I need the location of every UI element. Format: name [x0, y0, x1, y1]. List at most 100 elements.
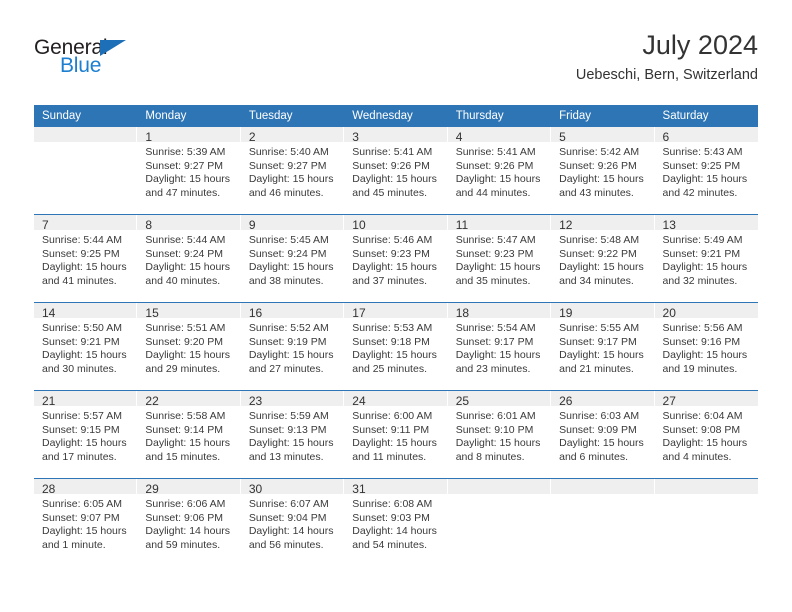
calendar-day-cell[interactable]: 15 Sunrise: 5:51 AM Sunset: 9:20 PM Dayligh…	[137, 302, 241, 391]
sunset-text: Sunset: 9:10 PM	[455, 423, 534, 436]
calendar-week-row: 21 Sunrise: 5:57 AM Sunset: 9:15 PM Dayligh…	[34, 390, 758, 479]
calendar-empty-cell	[654, 478, 758, 566]
daylight-text-line2: and 34 minutes.	[559, 274, 634, 287]
sunset-text: Sunset: 9:27 PM	[145, 159, 224, 172]
calendar-day-cell[interactable]: 4 Sunrise: 5:41 AM Sunset: 9:26 PM Daylight…	[447, 127, 552, 215]
day-number: 14	[34, 303, 138, 320]
day-number: 29	[137, 479, 241, 496]
day-info: Sunrise: 5:50 AM Sunset: 9:21 PM Daylight:…	[34, 318, 137, 376]
sunrise-text: Sunrise: 5:40 AM	[248, 146, 329, 158]
page-title: July 2024	[642, 30, 758, 60]
day-number: 7	[34, 215, 138, 232]
daylight-text-line1: Daylight: 15 hours	[559, 173, 644, 186]
day-number: 9	[240, 215, 345, 232]
sunrise-text: Sunrise: 5:49 AM	[662, 234, 743, 246]
day-info: Sunrise: 5:55 AM Sunset: 9:17 PM Daylight:…	[551, 318, 654, 376]
calendar-day-cell[interactable]: 3 Sunrise: 5:41 AM Sunset: 9:26 PM Daylight…	[344, 127, 448, 215]
sunrise-text: Sunrise: 5:58 AM	[145, 410, 226, 422]
day-info: Sunrise: 5:57 AM Sunset: 9:15 PM Daylight:…	[34, 406, 137, 464]
day-number	[34, 127, 138, 142]
daylight-text-line1: Daylight: 15 hours	[352, 173, 437, 186]
calendar-day-cell[interactable]: 9 Sunrise: 5:45 AM Sunset: 9:24 PM Daylight…	[240, 214, 345, 303]
daylight-text-line2: and 35 minutes.	[455, 274, 531, 287]
day-info: Sunrise: 5:58 AM Sunset: 9:14 PM Daylight:…	[137, 406, 240, 464]
sunset-text: Sunset: 9:17 PM	[559, 335, 637, 348]
day-number: 2	[240, 127, 345, 144]
daylight-text-line1: Daylight: 15 hours	[248, 261, 334, 274]
calendar-day-cell[interactable]: 25 Sunrise: 6:01 AM Sunset: 9:10 PM Dayligh…	[447, 390, 552, 479]
calendar-day-cell[interactable]: 14 Sunrise: 5:50 AM Sunset: 9:21 PM Dayligh…	[34, 302, 138, 391]
day-info: Sunrise: 5:41 AM Sunset: 9:26 PM Daylight:…	[344, 142, 447, 200]
day-info: Sunrise: 6:07 AM Sunset: 9:04 PM Daylight:…	[241, 494, 344, 552]
calendar-day-cell[interactable]: 20 Sunrise: 5:56 AM Sunset: 9:16 PM Dayligh…	[654, 302, 758, 391]
calendar-day-cell[interactable]: 7 Sunrise: 5:44 AM Sunset: 9:25 PM Daylight…	[34, 214, 138, 303]
calendar-day-cell[interactable]: 11 Sunrise: 5:47 AM Sunset: 9:23 PM Dayligh…	[447, 214, 552, 303]
day-number: 25	[447, 391, 552, 408]
calendar-day-cell[interactable]: 21 Sunrise: 5:57 AM Sunset: 9:15 PM Dayligh…	[34, 390, 138, 479]
daylight-text-line1: Daylight: 15 hours	[662, 349, 748, 362]
sunset-text: Sunset: 9:09 PM	[559, 423, 637, 436]
calendar-week-row: 28 Sunrise: 6:05 AM Sunset: 9:07 PM Dayligh…	[34, 478, 758, 566]
calendar-day-cell[interactable]: 18 Sunrise: 5:54 AM Sunset: 9:17 PM Dayligh…	[447, 302, 552, 391]
sunset-text: Sunset: 9:18 PM	[352, 335, 430, 348]
day-info	[655, 494, 758, 498]
day-number: 1	[137, 127, 241, 144]
daylight-text-line2: and 30 minutes.	[42, 362, 117, 375]
day-info: Sunrise: 5:53 AM Sunset: 9:18 PM Daylight:…	[344, 318, 447, 376]
sunrise-text: Sunrise: 5:48 AM	[559, 234, 640, 246]
daylight-text-line2: and 59 minutes.	[145, 538, 221, 551]
daylight-text-line2: and 47 minutes.	[145, 186, 221, 199]
sunset-text: Sunset: 9:15 PM	[42, 423, 120, 436]
calendar-day-cell[interactable]: 27 Sunrise: 6:04 AM Sunset: 9:08 PM Dayligh…	[654, 390, 758, 479]
day-number: 15	[137, 303, 241, 320]
calendar-day-cell[interactable]: 28 Sunrise: 6:05 AM Sunset: 9:07 PM Dayligh…	[34, 478, 138, 566]
day-info	[448, 494, 551, 498]
sunset-text: Sunset: 9:07 PM	[42, 511, 120, 524]
page-header: General Blue July 2024 Uebeschi, Bern, S…	[0, 0, 792, 100]
calendar-day-cell[interactable]: 6 Sunrise: 5:43 AM Sunset: 9:25 PM Daylight…	[654, 127, 758, 215]
page-subtitle: Uebeschi, Bern, Switzerland	[575, 67, 758, 83]
calendar-day-cell[interactable]: 24 Sunrise: 6:00 AM Sunset: 9:11 PM Dayligh…	[344, 390, 448, 479]
calendar-day-cell[interactable]: 12 Sunrise: 5:48 AM Sunset: 9:22 PM Dayligh…	[551, 214, 655, 303]
daylight-text-line1: Daylight: 15 hours	[352, 261, 437, 274]
sunrise-text: Sunrise: 5:46 AM	[352, 234, 433, 246]
sunrise-text: Sunrise: 5:41 AM	[352, 146, 433, 158]
daylight-text-line1: Daylight: 15 hours	[559, 437, 644, 450]
day-info: Sunrise: 5:40 AM Sunset: 9:27 PM Daylight:…	[241, 142, 344, 200]
sunrise-text: Sunrise: 6:05 AM	[42, 498, 122, 510]
sunrise-text: Sunrise: 5:44 AM	[145, 234, 226, 246]
calendar-day-cell[interactable]: 31 Sunrise: 6:08 AM Sunset: 9:03 PM Dayligh…	[344, 478, 448, 566]
day-number: 5	[551, 127, 655, 144]
calendar-day-cell[interactable]: 22 Sunrise: 5:58 AM Sunset: 9:14 PM Dayligh…	[137, 390, 241, 479]
day-info: Sunrise: 5:48 AM Sunset: 9:22 PM Daylight:…	[551, 230, 654, 288]
calendar-day-cell[interactable]: 8 Sunrise: 5:44 AM Sunset: 9:24 PM Daylight…	[137, 214, 241, 303]
calendar-day-cell[interactable]: 23 Sunrise: 5:59 AM Sunset: 9:13 PM Dayligh…	[240, 390, 345, 479]
calendar-day-cell[interactable]: 29 Sunrise: 6:06 AM Sunset: 9:06 PM Dayligh…	[137, 478, 241, 566]
calendar-day-cell[interactable]: 2 Sunrise: 5:40 AM Sunset: 9:27 PM Daylight…	[240, 127, 345, 215]
sunset-text: Sunset: 9:21 PM	[42, 335, 120, 348]
sunset-text: Sunset: 9:13 PM	[248, 423, 327, 436]
sunset-text: Sunset: 9:26 PM	[352, 159, 430, 172]
day-number: 30	[240, 479, 345, 496]
daylight-text-line2: and 6 minutes.	[559, 450, 628, 463]
calendar-day-cell[interactable]: 10 Sunrise: 5:46 AM Sunset: 9:23 PM Dayligh…	[344, 214, 448, 303]
day-number: 11	[447, 215, 552, 232]
calendar-day-cell[interactable]: 5 Sunrise: 5:42 AM Sunset: 9:26 PM Daylight…	[551, 127, 655, 215]
calendar-day-cell[interactable]: 1 Sunrise: 5:39 AM Sunset: 9:27 PM Daylight…	[137, 127, 241, 215]
day-info	[34, 142, 137, 146]
calendar-day-cell[interactable]: 26 Sunrise: 6:03 AM Sunset: 9:09 PM Dayligh…	[551, 390, 655, 479]
day-number: 28	[34, 479, 138, 496]
calendar-day-cell[interactable]: 19 Sunrise: 5:55 AM Sunset: 9:17 PM Dayligh…	[551, 302, 655, 391]
daylight-text-line2: and 40 minutes.	[145, 274, 221, 287]
daylight-text-line2: and 15 minutes.	[145, 450, 221, 463]
calendar-day-cell[interactable]: 17 Sunrise: 5:53 AM Sunset: 9:18 PM Dayligh…	[344, 302, 448, 391]
daylight-text-line1: Daylight: 15 hours	[145, 173, 231, 186]
day-number: 13	[654, 215, 758, 232]
daylight-text-line2: and 46 minutes.	[248, 186, 324, 199]
calendar-day-cell[interactable]: 30 Sunrise: 6:07 AM Sunset: 9:04 PM Dayligh…	[240, 478, 345, 566]
calendar-day-cell[interactable]: 16 Sunrise: 5:52 AM Sunset: 9:19 PM Dayligh…	[240, 302, 345, 391]
sunrise-text: Sunrise: 6:07 AM	[248, 498, 329, 510]
calendar-day-cell[interactable]: 13 Sunrise: 5:49 AM Sunset: 9:21 PM Dayligh…	[654, 214, 758, 303]
sunset-text: Sunset: 9:06 PM	[145, 511, 224, 524]
sunrise-text: Sunrise: 5:45 AM	[248, 234, 329, 246]
